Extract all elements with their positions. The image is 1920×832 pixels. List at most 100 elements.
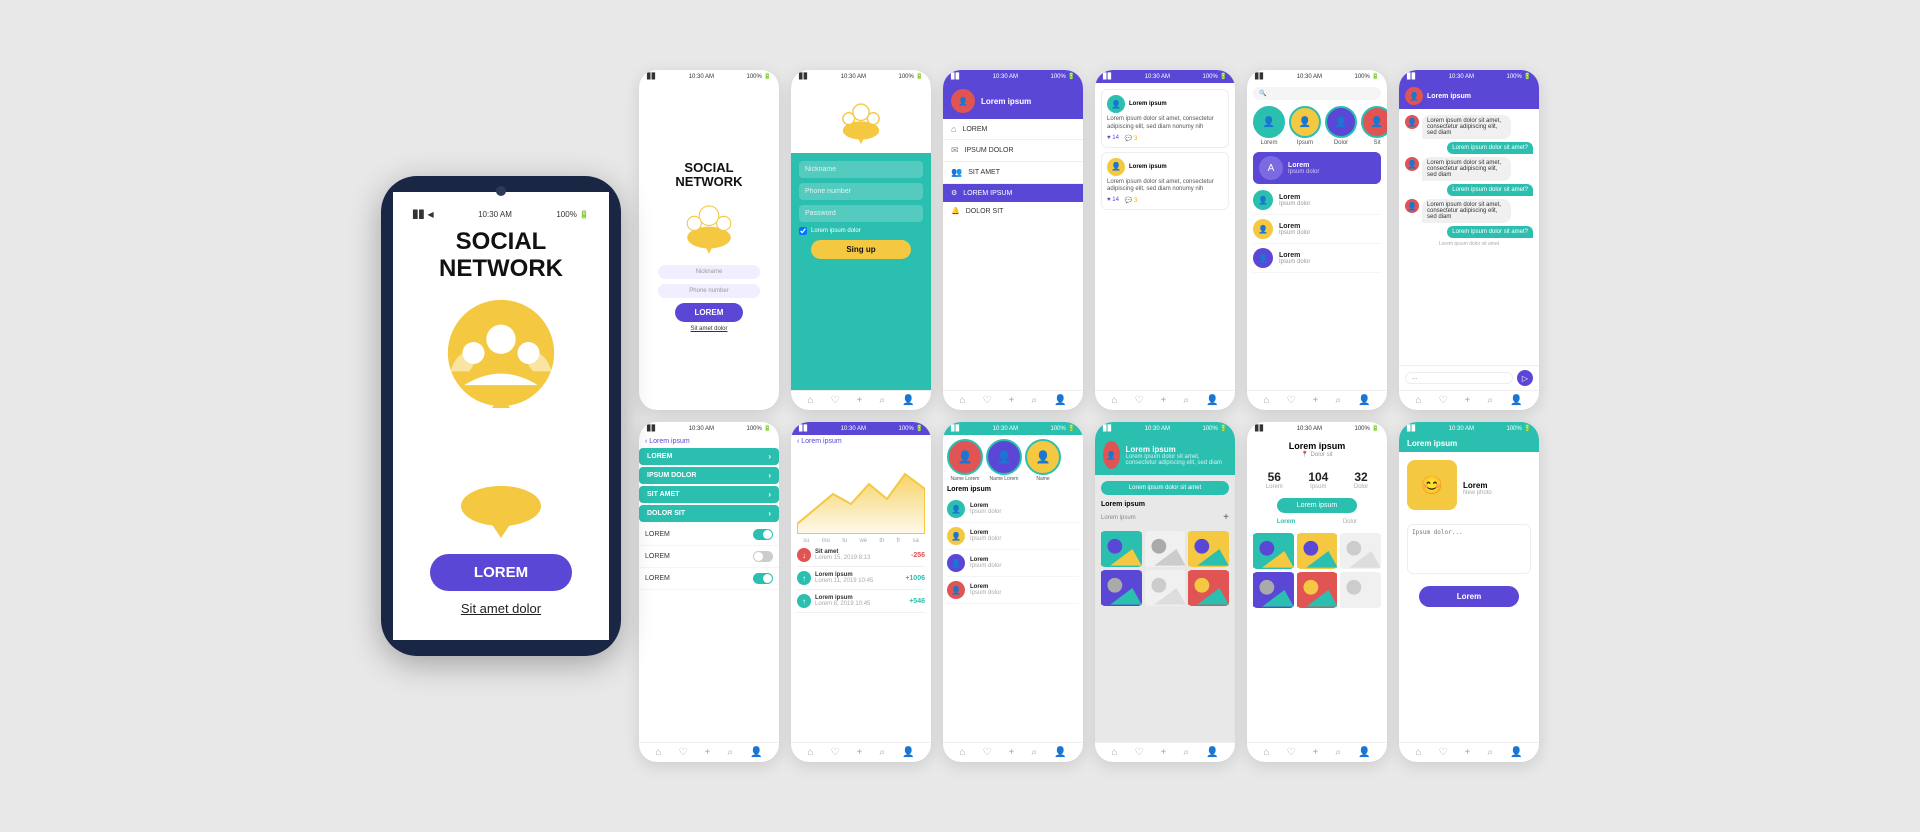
signal-icon: ▊▊ ◀ <box>413 210 434 219</box>
toggle-2[interactable] <box>753 551 773 562</box>
photo-1 <box>1101 531 1142 567</box>
chat-msg-3: 👤 Lorem ipsum dolor sit amet, consectetu… <box>1405 199 1533 223</box>
tx-left-3: ↑ Lorem ipsum Lorem 8, 2019 10:45 <box>797 594 870 608</box>
home-icon-7: ⌂ <box>656 747 662 758</box>
bubble-me-3: Lorem ipsum dolor sit amet? <box>1447 226 1533 238</box>
story-label-b: Name Lorem <box>990 476 1019 482</box>
heart-icon-10: ♡ <box>1135 747 1144 758</box>
mail-icon-menu: ✉ <box>951 145 959 156</box>
chat-msg-1: 👤 Lorem ipsum dolor sit amet, consectetu… <box>1405 115 1533 139</box>
tx-amount-2: +1006 <box>905 575 925 582</box>
plus-icon-6: + <box>1465 395 1471 406</box>
chart-content: su mo tu we th fr sa ↓ Sit amet <box>791 448 931 742</box>
menu-item-notif[interactable]: 🔔 DOLOR SIT <box>943 202 1083 220</box>
menu-item-mail[interactable]: ✉ IPSUM DOLOR <box>943 140 1083 162</box>
app-title-big: SOCIAL NETWORK <box>409 229 593 282</box>
back-link-8[interactable]: ‹ Lorem ipsum <box>791 435 931 448</box>
toggle-1[interactable] <box>753 529 773 540</box>
menu-item-users[interactable]: 👥 SIT AMET <box>943 162 1083 184</box>
settings-btn-ipsum[interactable]: IPSUM DOLOR › <box>639 467 779 484</box>
time-12: 10:30 AM <box>1449 426 1474 432</box>
home-icon-2: ⌂ <box>808 395 814 406</box>
footer-12: ⌂ ♡ + ⌕ 👤 <box>1399 742 1539 762</box>
stat-followers: 104 Ipsum <box>1308 470 1328 490</box>
bubble-me-2: Lorem ipsum dolor sit amet? <box>1447 184 1533 196</box>
password-input[interactable] <box>799 205 923 222</box>
bell-icon-menu: 🔔 <box>951 207 960 215</box>
user-icon-4: 👤 <box>1206 395 1218 406</box>
toggle-3[interactable] <box>753 573 773 584</box>
post-submit-button[interactable]: Lorem <box>1419 586 1518 607</box>
new-post-user-row: 😊 Lorem New photo <box>1407 460 1531 516</box>
user-icon-12: 👤 <box>1510 747 1522 758</box>
menu-item-home[interactable]: ⌂ LOREM <box>943 119 1083 140</box>
settings-btn-sit[interactable]: SIT AMET › <box>639 486 779 503</box>
plus-icon-5: + <box>1313 395 1319 406</box>
nickname-input[interactable] <box>799 161 923 178</box>
time-6: 10:30 AM <box>1449 74 1474 80</box>
prof-photo-1 <box>1253 533 1294 569</box>
heart-icon-9: ♡ <box>983 747 992 758</box>
tab-lorem[interactable]: Lorem <box>1277 519 1295 525</box>
main-login-button[interactable]: LOREM <box>430 554 572 591</box>
story-label-c: Name <box>1036 476 1049 482</box>
send-button[interactable]: ▷ <box>1517 370 1533 386</box>
photo-grid <box>1101 531 1229 606</box>
photos-section-title: Lorem ipsum <box>1101 501 1229 508</box>
terms-checkbox-row[interactable]: Lorem ipsum dolor <box>799 227 923 235</box>
time-7: 10:30 AM <box>689 426 714 432</box>
status-bar-1: ▊▊ 10:30 AM 100% 🔋 <box>639 70 779 83</box>
user-info-4: Lorem Ipsum dolor <box>970 584 1001 596</box>
new-post-textarea[interactable] <box>1407 524 1531 574</box>
signal-11: ▊▊ <box>1255 425 1264 432</box>
big-phone: ▊▊ ◀ 10:30 AM 100% 🔋 SOCIAL NETWORK <box>381 176 621 656</box>
signal-6: ▊▊ <box>1407 73 1416 80</box>
tab-dolor[interactable]: Dolor <box>1343 519 1357 525</box>
chat-content-purple: 👤 Lorem ipsum dolor sit amet, consectetu… <box>1399 109 1539 365</box>
story-name-lorem: Lorem <box>1260 140 1277 146</box>
chat-input[interactable] <box>1405 372 1513 384</box>
story-avatar-a: 👤 <box>947 439 983 475</box>
menu-item-settings[interactable]: ⚙ LOREM IPSUM <box>943 184 1083 202</box>
time-2: 10:30 AM <box>841 74 866 80</box>
settings-btn-lorem[interactable]: LOREM › <box>639 448 779 465</box>
footer-6: ⌂ ♡ + ⌕ 👤 <box>1399 390 1539 410</box>
plus-icon-7: + <box>705 747 711 758</box>
phone-settings: ▊▊ 10:30 AM 100% 🔋 ‹ Lorem ipsum LOREM ›… <box>639 422 779 762</box>
story-name-ipsum: Ipsum <box>1297 140 1313 146</box>
profile-action-btn[interactable]: Lorem ipsum dolor sit amet <box>1101 481 1229 495</box>
time-11: 10:30 AM <box>1297 426 1322 432</box>
user-info-2: Lorem Ipsum dolor <box>970 530 1001 542</box>
stat-following-label: Dolor <box>1354 484 1368 490</box>
signup-button[interactable]: Sing up <box>811 240 910 259</box>
back-link-7[interactable]: ‹ Lorem ipsum <box>639 435 779 448</box>
contact-sub-2: Ipsum dolor <box>1279 230 1310 236</box>
follow-btn[interactable]: Lorem ipsum <box>1277 498 1357 513</box>
new-post-title: Lorem ipsum <box>1407 439 1531 448</box>
user-avatar-4: 👤 <box>947 581 965 599</box>
phone-input[interactable] <box>799 183 923 200</box>
tx-row-1: ↓ Sit amet Lorem 15, 2019 8:13 -256 <box>797 544 925 567</box>
new-post-user-info: Lorem New photo <box>1463 481 1492 496</box>
search-icon-7: ⌕ <box>727 747 733 758</box>
user-sub-4: Ipsum dolor <box>970 590 1001 596</box>
profile-detail-header: 👤 Lorem ipsum Lorem ipsum dolor sit amet… <box>1095 435 1235 475</box>
contacts-content: 🔍 👤 Lorem 👤 Ipsum 👤 Dolor <box>1247 83 1387 390</box>
home-icon-11: ⌂ <box>1264 747 1270 758</box>
post-author-1: Lorem ipsum <box>1129 101 1167 107</box>
tx-row-2: ↑ Lorem ipsum Lorem 11, 2019 10:45 +1006 <box>797 567 925 590</box>
users-icon-menu: 👥 <box>951 167 962 178</box>
search-bar[interactable]: 🔍 <box>1253 87 1381 100</box>
contact-avatar-3: 👤 <box>1253 248 1273 268</box>
profile-photo-grid <box>1253 533 1381 608</box>
splash-btn-1[interactable]: LOREM <box>675 303 744 322</box>
story-item-dolor: 👤 Dolor <box>1325 106 1357 146</box>
photos-add-icon[interactable]: + <box>1223 512 1229 523</box>
heart-icon-4: ♡ <box>1135 395 1144 406</box>
chat-msg-me-2: Lorem ipsum dolor sit amet? <box>1405 184 1533 196</box>
search-icon-12: ⌕ <box>1487 747 1493 758</box>
terms-label: Lorem ipsum dolor <box>811 228 861 234</box>
terms-checkbox[interactable] <box>799 227 807 235</box>
chevron-dolor: › <box>768 509 771 518</box>
settings-btn-dolor[interactable]: DOLOR SIT › <box>639 505 779 522</box>
